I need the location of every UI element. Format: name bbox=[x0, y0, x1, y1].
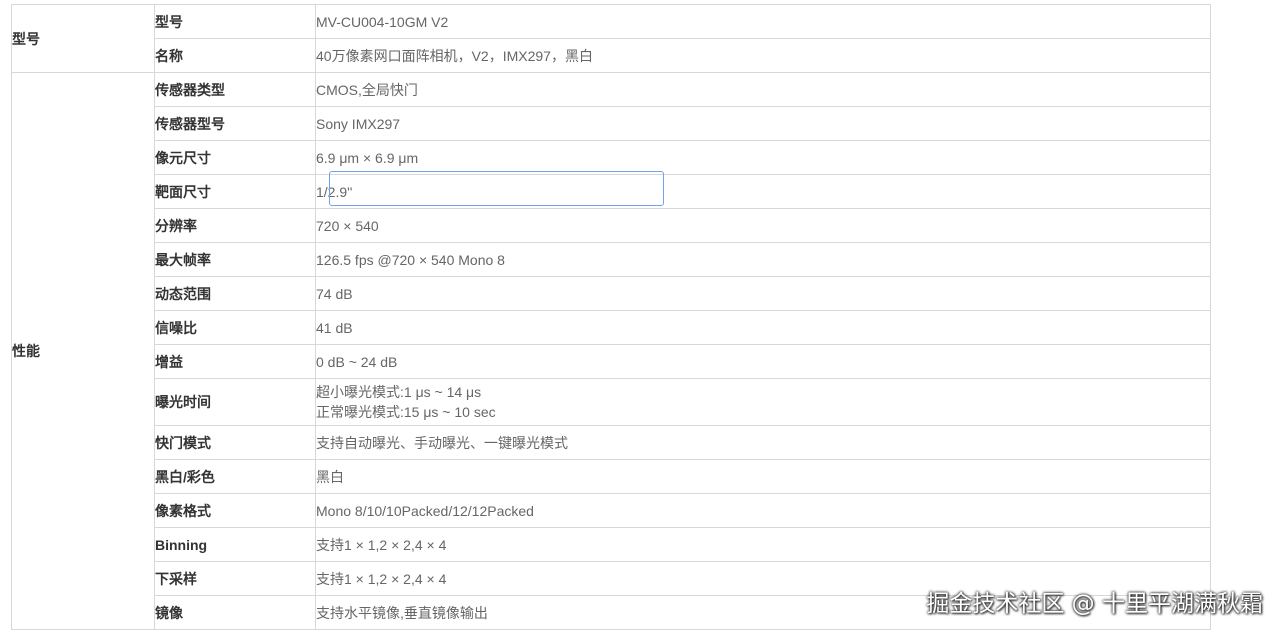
row-value: 超小曝光模式:1 μs ~ 14 μs 正常曝光模式:15 μs ~ 10 se… bbox=[315, 378, 1211, 426]
row-value: 6.9 μm × 6.9 μm bbox=[315, 140, 1211, 175]
table-row: 分辨率 720 × 540 bbox=[12, 208, 1211, 243]
watermark: 掘金技术社区 @ 十里平湖满秋霜 bbox=[926, 591, 1263, 617]
row-value: 41 dB bbox=[315, 310, 1211, 345]
row-label: 曝光时间 bbox=[154, 378, 316, 426]
table-row: 名称 40万像素网口面阵相机，V2，IMX297，黑白 bbox=[12, 38, 1211, 73]
table-row: 曝光时间 超小曝光模式:1 μs ~ 14 μs 正常曝光模式:15 μs ~ … bbox=[12, 378, 1211, 426]
table-row: 信噪比 41 dB bbox=[12, 310, 1211, 345]
group-label-performance: 性能 bbox=[11, 72, 155, 630]
row-label: 靶面尺寸 bbox=[154, 174, 316, 209]
table-row: 像元尺寸 6.9 μm × 6.9 μm bbox=[12, 140, 1211, 175]
row-value: 支持1 × 1,2 × 2,4 × 4 bbox=[315, 527, 1211, 562]
row-label: 型号 bbox=[154, 4, 316, 39]
row-label: 传感器类型 bbox=[154, 72, 316, 107]
row-value: 黑白 bbox=[315, 459, 1211, 494]
table-row: 最大帧率 126.5 fps @720 × 540 Mono 8 bbox=[12, 242, 1211, 277]
row-label: 镜像 bbox=[154, 595, 316, 630]
exposure-line-1: 超小曝光模式:1 μs ~ 14 μs bbox=[316, 384, 482, 400]
row-label: 信噪比 bbox=[154, 310, 316, 345]
row-value: 支持自动曝光、手动曝光、一键曝光模式 bbox=[315, 425, 1211, 460]
table-row: 快门模式 支持自动曝光、手动曝光、一键曝光模式 bbox=[12, 425, 1211, 460]
row-label: 下采样 bbox=[154, 561, 316, 596]
row-value: 720 × 540 bbox=[315, 208, 1211, 243]
row-value: 126.5 fps @720 × 540 Mono 8 bbox=[315, 242, 1211, 277]
row-label: 快门模式 bbox=[154, 425, 316, 460]
table-row: 黑白/彩色 黑白 bbox=[12, 459, 1211, 494]
table-row: 传感器型号 Sony IMX297 bbox=[12, 106, 1211, 141]
row-value: MV-CU004-10GM V2 bbox=[315, 4, 1211, 39]
row-label: 黑白/彩色 bbox=[154, 459, 316, 494]
row-value: CMOS,全局快门 bbox=[315, 72, 1211, 107]
row-label: 最大帧率 bbox=[154, 242, 316, 277]
row-label: 增益 bbox=[154, 344, 316, 379]
table-row: Binning 支持1 × 1,2 × 2,4 × 4 bbox=[12, 527, 1211, 562]
spec-table: 型号 型号 MV-CU004-10GM V2 名称 40万像素网口面阵相机，V2… bbox=[11, 4, 1211, 630]
table-row: 性能 传感器类型 CMOS,全局快门 bbox=[11, 72, 1211, 630]
row-label: 名称 bbox=[154, 38, 316, 73]
row-value: Mono 8/10/10Packed/12/12Packed bbox=[315, 493, 1211, 528]
group-label-model: 型号 bbox=[11, 4, 155, 73]
table-row: 靶面尺寸 1/2.9'' bbox=[12, 174, 1211, 209]
row-value[interactable]: 1/2.9'' bbox=[315, 174, 1211, 209]
row-value: 74 dB bbox=[315, 276, 1211, 311]
row-label: 分辨率 bbox=[154, 208, 316, 243]
exposure-line-2: 正常曝光模式:15 μs ~ 10 sec bbox=[316, 404, 496, 420]
table-row: 动态范围 74 dB bbox=[12, 276, 1211, 311]
row-value: 40万像素网口面阵相机，V2，IMX297，黑白 bbox=[315, 38, 1211, 73]
table-row: 型号 型号 MV-CU004-10GM V2 bbox=[11, 4, 1211, 73]
row-label: 像素格式 bbox=[154, 493, 316, 528]
row-value: 0 dB ~ 24 dB bbox=[315, 344, 1211, 379]
row-label: 传感器型号 bbox=[154, 106, 316, 141]
row-label: Binning bbox=[154, 527, 316, 562]
row-value: Sony IMX297 bbox=[315, 106, 1211, 141]
row-label: 动态范围 bbox=[154, 276, 316, 311]
table-row: 像素格式 Mono 8/10/10Packed/12/12Packed bbox=[12, 493, 1211, 528]
table-row: 增益 0 dB ~ 24 dB bbox=[12, 344, 1211, 379]
row-label: 像元尺寸 bbox=[154, 140, 316, 175]
